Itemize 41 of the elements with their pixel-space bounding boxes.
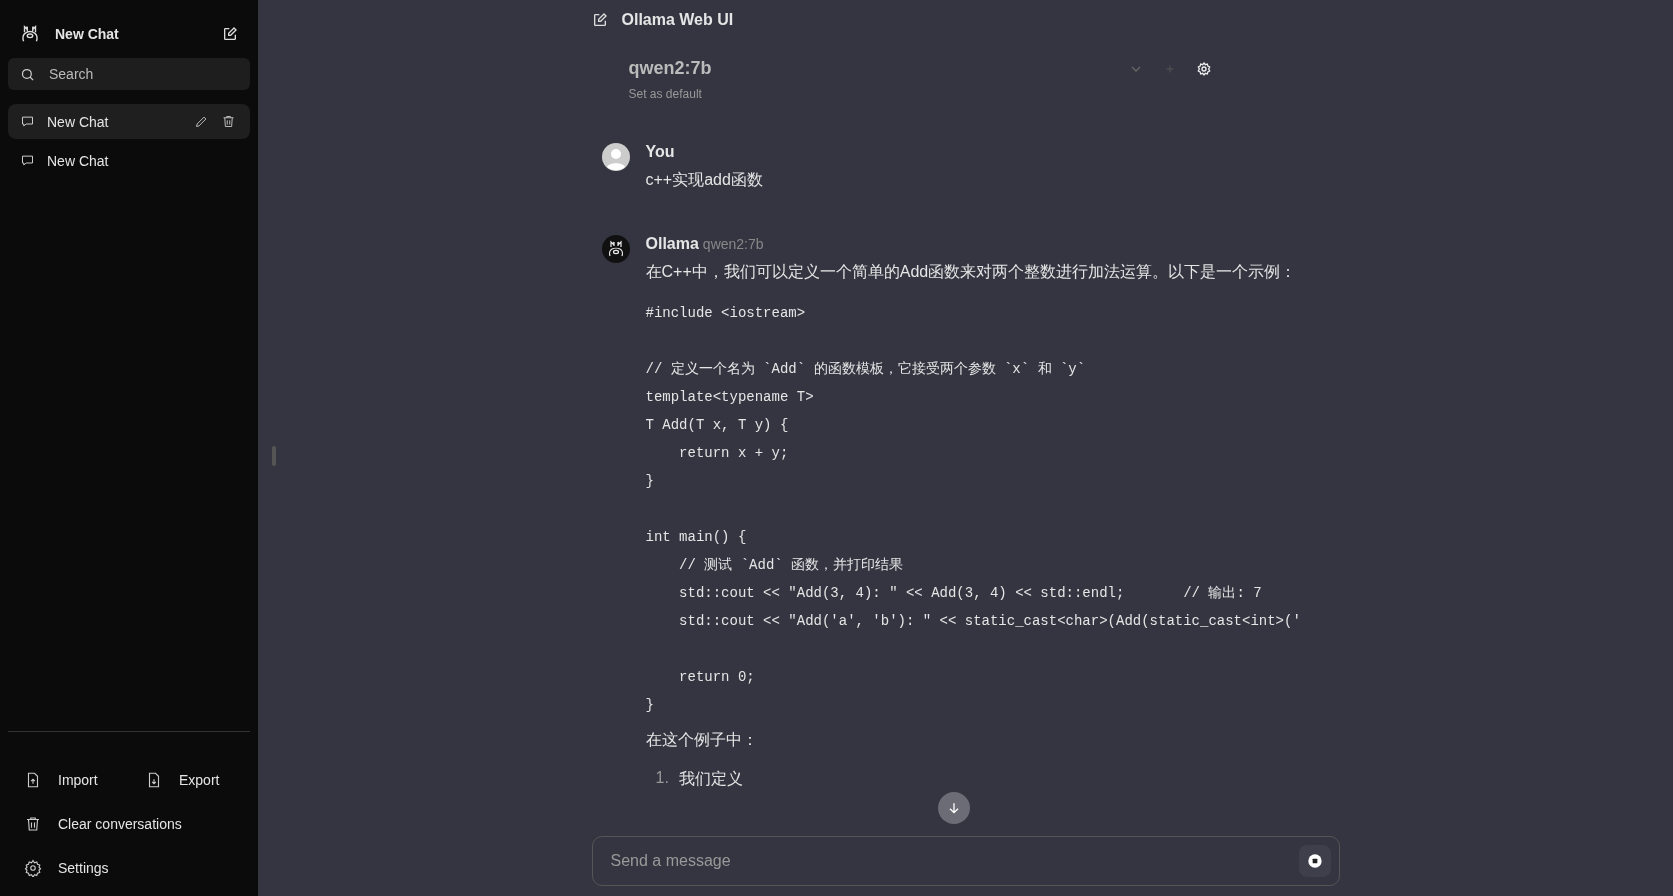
llama-avatar-icon: [601, 235, 630, 263]
message-composer[interactable]: Send a message: [591, 836, 1340, 886]
compose-icon[interactable]: [591, 12, 608, 28]
search-bar[interactable]: Search: [8, 58, 250, 90]
sidebar-action[interactable]: Import: [8, 758, 129, 802]
resize-handle[interactable]: [272, 446, 276, 466]
stop-button[interactable]: [1298, 845, 1331, 877]
sidebar-action[interactable]: Export: [129, 758, 250, 802]
scroll-down-button[interactable]: [937, 792, 970, 824]
search-icon: [20, 66, 35, 82]
settings-button[interactable]: Settings: [8, 846, 250, 890]
list-item-text: 我们定义: [678, 769, 743, 789]
message-text: c++实现add函数: [645, 170, 764, 190]
chat-item[interactable]: New Chat: [8, 104, 250, 139]
author-name: Ollama: [645, 235, 699, 253]
model-name: qwen2:7b: [702, 236, 764, 252]
list-number: 1.: [655, 769, 669, 788]
compose-icon[interactable]: [222, 26, 238, 42]
message-text: 在这个例子中：: [645, 730, 759, 750]
app-title: Ollama Web UI: [621, 11, 734, 29]
gear-icon: [24, 859, 42, 877]
chat-title: New Chat: [47, 113, 110, 130]
stop-icon: [1306, 853, 1323, 869]
trash-icon: [24, 815, 42, 833]
sidebar-title[interactable]: New Chat: [55, 26, 208, 42]
message-text: 在C++中，我们可以定义一个简单的Add函数来对两个整数进行加法运算。以下是一个示例：: [645, 262, 1298, 282]
model-selector[interactable]: qwen2:7b: [628, 58, 1108, 79]
chat-item[interactable]: New Chat: [8, 143, 250, 178]
search-input[interactable]: Search: [47, 65, 238, 83]
user-avatar-icon: [601, 143, 630, 171]
chat-title: New Chat: [47, 152, 110, 169]
set-default-link[interactable]: Set as default: [628, 87, 702, 101]
clear-conversations-button[interactable]: Clear conversations: [8, 802, 250, 846]
message-text-input[interactable]: Send a message: [608, 851, 1299, 871]
pencil-icon[interactable]: [194, 114, 209, 129]
settings-icon[interactable]: [1195, 60, 1212, 77]
author-name: You: [645, 143, 675, 161]
chat-bubble-icon: [20, 153, 35, 168]
chat-bubble-icon: [20, 114, 35, 129]
code-text: #include <iostream> // 定义一个名为 `Add` 的函数模板，它接受两个参数 `x` 和 `y` template<typename T> T Add(T x, T y) { return x + y; } int main() { // 测试 `Add` 函数，并打印结果 std::cout << "Add(3, 4): " << Add(3, 4) << std::endl; // 输出: 7 std::cout << "Add('a', 'b'): " << static_cast<char>(Add(static_cast<int>(' return 0; }: [645, 304, 1302, 715]
trash-icon[interactable]: [221, 114, 236, 129]
